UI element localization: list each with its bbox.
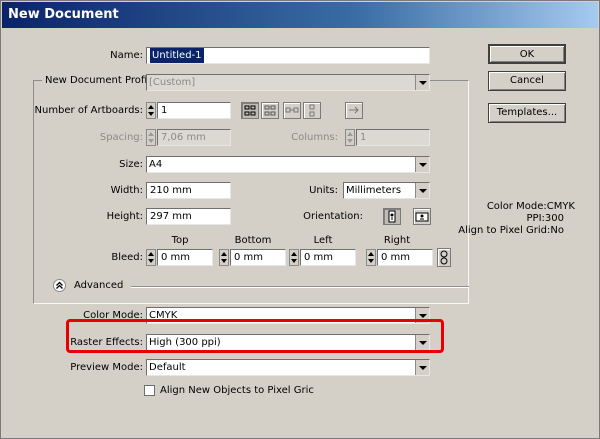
portrait-icon[interactable] — [383, 208, 401, 225]
width-input[interactable]: 210 mm — [146, 182, 231, 199]
arrow-right-icon[interactable] — [345, 102, 363, 119]
bleed-bottom-input[interactable]: 0 mm — [230, 249, 286, 266]
units-label: Units: — [309, 185, 338, 196]
profile-value: [Custom] — [149, 77, 196, 88]
landscape-icon[interactable] — [413, 208, 431, 225]
dialog-body: Name: Untitled-1 New Document Profile: [… — [3, 29, 597, 438]
spacing-stepper[interactable] — [146, 129, 156, 146]
units-value: Millimeters — [346, 185, 402, 196]
bleed-label: Bleed: — [111, 252, 143, 263]
arrange-by-column-icon[interactable] — [303, 102, 321, 119]
ok-button[interactable]: OK — [488, 44, 566, 64]
chevron-down-icon — [415, 75, 429, 90]
profile-legend: New Document Profile: — [42, 75, 163, 86]
name-value: Untitled-1 — [150, 48, 204, 63]
bleed-bottom-label: Bottom — [234, 235, 272, 246]
bleed-right-label: Right — [383, 235, 411, 246]
info-align: Align to Pixel Grid:No — [458, 225, 564, 236]
window-title: New Document — [8, 7, 119, 22]
size-label: Size: — [119, 159, 143, 170]
bleed-right-input[interactable]: 0 mm — [377, 249, 433, 266]
align-pixel-checkbox[interactable] — [144, 385, 155, 396]
info-color-mode: Color Mode:CMYK — [486, 201, 575, 212]
bleed-bottom-stepper[interactable] — [219, 249, 229, 266]
height-label: Height: — [106, 211, 143, 222]
preview-mode-dropdown[interactable]: Default — [146, 359, 430, 376]
bleed-left-stepper[interactable] — [289, 249, 299, 266]
chevron-down-icon — [415, 183, 429, 198]
grid-by-column-icon[interactable] — [261, 102, 279, 119]
name-input[interactable]: Untitled-1 — [146, 47, 430, 64]
chain-link-icon[interactable] — [437, 248, 451, 267]
templates-button[interactable]: Templates... — [488, 103, 566, 123]
advanced-label: Advanced — [74, 280, 124, 291]
grid-by-row-icon[interactable] — [241, 102, 259, 119]
bleed-top-stepper[interactable] — [146, 249, 156, 266]
columns-stepper[interactable] — [345, 129, 355, 146]
spacing-label: Spacing: — [99, 132, 143, 143]
bleed-top-input[interactable]: 0 mm — [157, 249, 213, 266]
bleed-left-input[interactable]: 0 mm — [300, 249, 356, 266]
name-label: Name: — [110, 50, 143, 61]
bleed-left-label: Left — [313, 235, 333, 246]
units-dropdown[interactable]: Millimeters — [343, 182, 430, 199]
bleed-top-label: Top — [171, 235, 189, 246]
preview-mode-label: Preview Mode: — [70, 362, 143, 373]
size-dropdown[interactable]: A4 — [146, 156, 430, 173]
orientation-label: Orientation: — [303, 211, 363, 222]
columns-input[interactable]: 1 — [356, 129, 430, 146]
chevron-down-icon — [415, 360, 429, 375]
artboards-stepper[interactable] — [146, 102, 156, 119]
advanced-divider — [131, 286, 469, 288]
artboards-label: Number of Artboards: — [34, 105, 144, 116]
spacing-input[interactable]: 7,06 mm — [157, 129, 231, 146]
chevron-down-icon — [415, 157, 429, 172]
align-pixel-label: Align New Objects to Pixel Gric — [160, 385, 314, 396]
info-ppi: PPI:300 — [526, 213, 564, 224]
bleed-right-stepper[interactable] — [366, 249, 376, 266]
new-document-dialog: New Document Name: Untitled-1 New Docume… — [0, 0, 600, 439]
size-value: A4 — [149, 159, 163, 170]
preview-mode-value: Default — [149, 362, 186, 373]
artboards-input[interactable]: 1 — [157, 102, 231, 119]
profile-dropdown[interactable]: [Custom] — [146, 74, 430, 91]
cancel-button[interactable]: Cancel — [488, 71, 566, 91]
height-input[interactable]: 297 mm — [146, 208, 231, 225]
arrange-by-row-icon[interactable] — [283, 102, 301, 119]
columns-label: Columns: — [291, 132, 338, 143]
chevron-up-icon[interactable] — [53, 279, 66, 292]
width-label: Width: — [110, 185, 143, 196]
title-bar: New Document — [2, 2, 598, 28]
highlight-box — [66, 319, 444, 353]
